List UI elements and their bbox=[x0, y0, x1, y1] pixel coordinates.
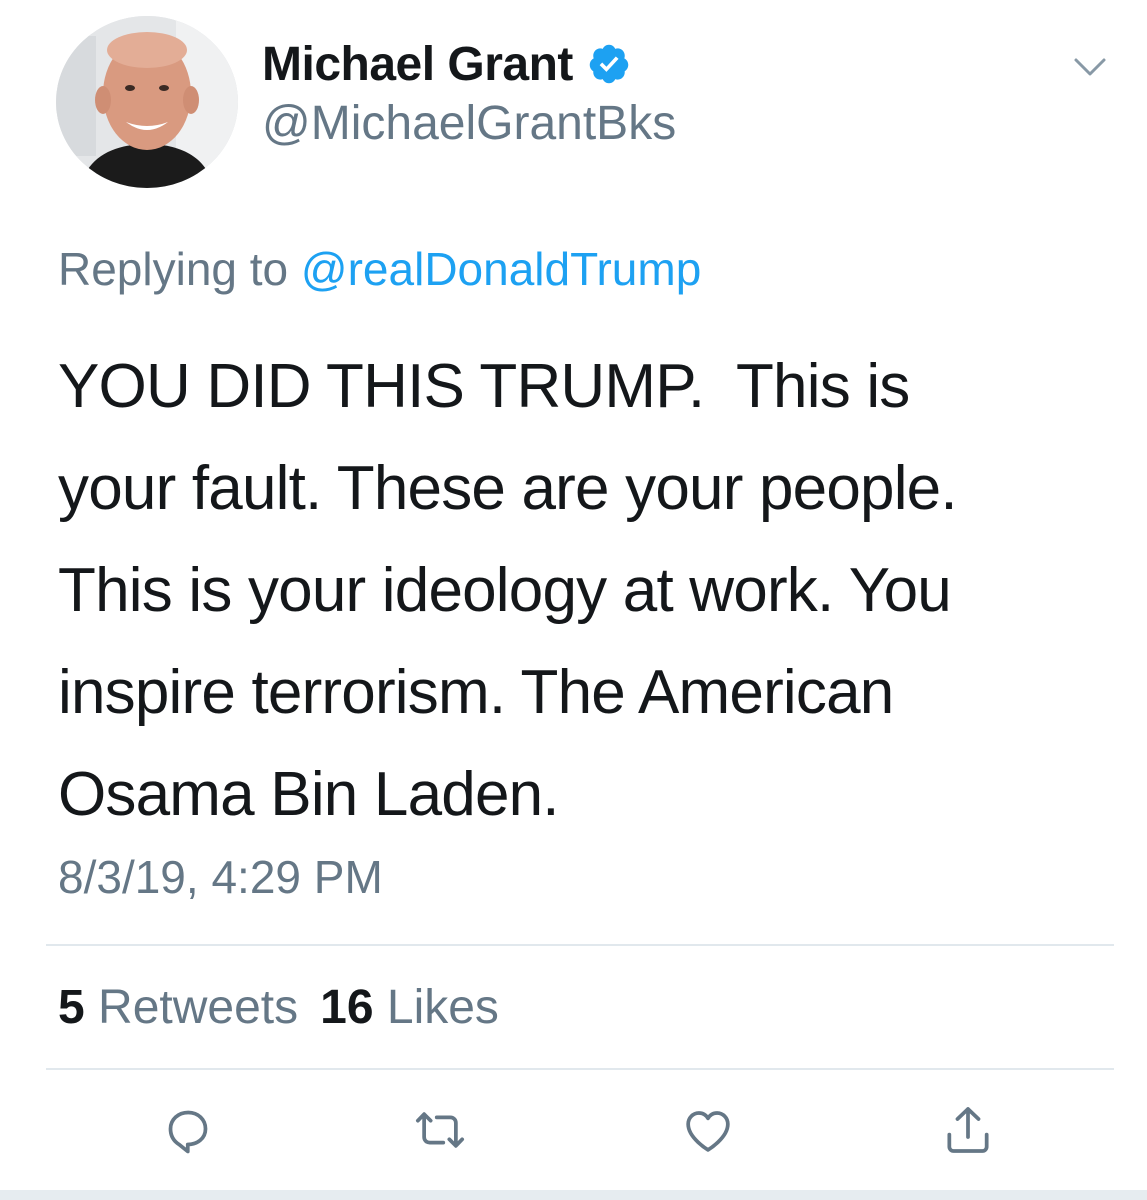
tweet-text: YOU DID THIS TRUMP. This is your fault. … bbox=[58, 336, 1108, 846]
share-icon bbox=[947, 1107, 989, 1153]
tweet-text-line: YOU DID THIS TRUMP. This is bbox=[58, 352, 910, 421]
reply-mention-link[interactable]: @realDonaldTrump bbox=[301, 243, 701, 295]
profile-photo-icon bbox=[56, 16, 238, 188]
replying-prefix: Replying to bbox=[58, 243, 301, 295]
tweet-text-line: Osama Bin Laden. bbox=[58, 760, 560, 829]
retweets-stat[interactable]: 5 Retweets bbox=[58, 980, 298, 1035]
tweet-text-line: This is your ideology at work. You bbox=[58, 556, 952, 625]
retweets-count: 5 bbox=[58, 981, 85, 1034]
like-button[interactable] bbox=[676, 1098, 740, 1162]
tweet-card: Michael Grant @MichaelGrantBks Replying … bbox=[0, 0, 1147, 1190]
bottom-bar bbox=[0, 1190, 1147, 1200]
replying-to: Replying to @realDonaldTrump bbox=[58, 242, 701, 296]
reply-icon bbox=[168, 1110, 208, 1154]
author-name-row[interactable]: Michael Grant bbox=[262, 34, 631, 94]
tweet-text-line: inspire terrorism. The American bbox=[58, 658, 894, 727]
reply-button[interactable] bbox=[156, 1098, 220, 1162]
author-display-name[interactable]: Michael Grant bbox=[262, 37, 573, 92]
tweet-text-line: your fault. These are your people. bbox=[58, 454, 958, 523]
retweets-label: Retweets bbox=[98, 981, 299, 1034]
avatar[interactable] bbox=[56, 16, 238, 188]
tweet-timestamp[interactable]: 8/3/19, 4:29 PM bbox=[58, 850, 383, 904]
likes-stat[interactable]: 16 Likes bbox=[320, 980, 499, 1035]
share-button[interactable] bbox=[936, 1098, 1000, 1162]
retweet-button[interactable] bbox=[408, 1098, 472, 1162]
divider bbox=[46, 1068, 1114, 1070]
chevron-down-icon[interactable] bbox=[1070, 52, 1110, 82]
author-handle[interactable]: @MichaelGrantBks bbox=[262, 96, 676, 151]
likes-count: 16 bbox=[320, 981, 374, 1034]
tweet-actions bbox=[0, 1098, 1147, 1168]
verified-badge-icon bbox=[587, 42, 631, 86]
retweet-icon bbox=[415, 1112, 465, 1148]
like-icon bbox=[686, 1111, 730, 1152]
tweet-stats: 5 Retweets 16 Likes bbox=[58, 980, 499, 1035]
divider bbox=[46, 944, 1114, 946]
likes-label: Likes bbox=[386, 981, 499, 1034]
